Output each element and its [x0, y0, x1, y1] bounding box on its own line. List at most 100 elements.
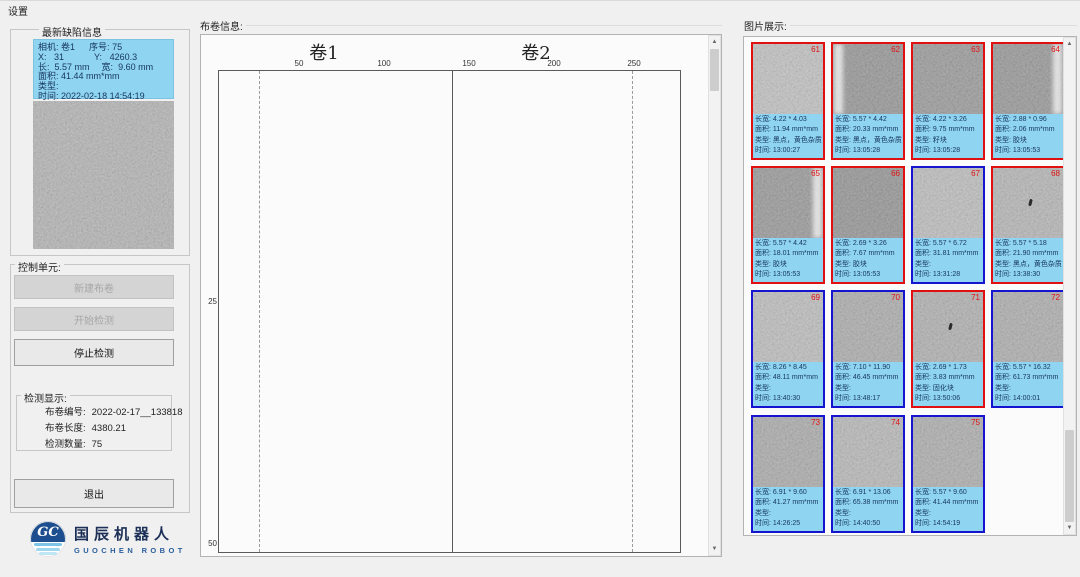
defect-card[interactable]: 64 长宽: 2.88 * 0.96 面积: 2.06 mm*mm 类型: 胶块… [991, 42, 1065, 160]
size-label: 长宽: [995, 116, 1011, 123]
defect-card[interactable]: 74 长宽: 6.91 * 13.06 面积: 65.38 mm*mm 类型: … [831, 415, 905, 533]
roll-map-panel: 卷1 卷2 50 100 150 200 250 25 50 ▲ ▼ [200, 34, 722, 557]
display-title: 检测显示: [21, 390, 70, 405]
time-label: 时间: [995, 271, 1011, 278]
defect-card[interactable]: 71 长宽: 2.69 * 1.73 面积: 3.83 mm*mm 类型: 固化… [911, 290, 985, 408]
size-label: 长宽: [915, 240, 931, 247]
area-label: 面积: [835, 126, 851, 133]
area-value: 61.73 mm*mm [1013, 374, 1059, 381]
scrollbar-thumb[interactable] [710, 49, 719, 91]
defect-thumbnail: 69 [753, 292, 823, 362]
menu-settings[interactable]: 设置 [4, 2, 32, 19]
size-label: 长宽: [755, 240, 771, 247]
area-label: 面积: [915, 374, 931, 381]
y-tick-50: 50 [203, 539, 217, 548]
defect-card[interactable]: 61 长宽: 4.22 * 4.03 面积: 11.94 mm*mm 类型: 黑… [751, 42, 825, 160]
logo-en-text: GUOCHEN ROBOT [74, 546, 186, 555]
type-value: 胶块 [853, 261, 867, 268]
defect-info: 长宽: 5.57 * 4.42 面积: 20.33 mm*mm 类型: 黑点，黄… [833, 114, 903, 158]
size-value: 5.57 * 5.18 [1013, 240, 1047, 247]
defect-info: 长宽: 2.69 * 3.26 面积: 7.67 mm*mm 类型: 胶块 时间… [833, 238, 903, 282]
defect-card[interactable]: 70 长宽: 7.10 * 11.90 面积: 46.45 mm*mm 类型: … [831, 290, 905, 408]
size-label: 长宽: [835, 364, 851, 371]
fabric-edge-streak [813, 168, 822, 238]
defect-info: 长宽: 5.57 * 9.60 面积: 41.44 mm*mm 类型: 时间: … [913, 487, 983, 531]
defect-card[interactable]: 68 长宽: 5.57 * 5.18 面积: 21.90 mm*mm 类型: 黑… [991, 166, 1065, 284]
time-label: 时间: [915, 520, 931, 527]
size-label: 长宽: [915, 364, 931, 371]
scroll-up-icon[interactable]: ▲ [1064, 38, 1075, 50]
scroll-down-icon[interactable]: ▼ [709, 543, 720, 555]
defect-card[interactable]: 73 长宽: 6.91 * 9.60 面积: 41.27 mm*mm 类型: 时… [751, 415, 825, 533]
roll-map-scrollbar[interactable]: ▲ ▼ [708, 35, 721, 556]
size-value: 6.91 * 13.06 [853, 489, 891, 496]
defect-number: 69 [811, 293, 820, 302]
scroll-down-icon[interactable]: ▼ [1064, 522, 1075, 534]
exit-button[interactable]: 退出 [14, 479, 174, 508]
defect-info: 长宽: 2.88 * 0.96 面积: 2.06 mm*mm 类型: 胶块 时间… [993, 114, 1063, 158]
roll-id-value: 2022-02-17__133818 [92, 407, 183, 418]
y-tick-25: 25 [203, 297, 217, 306]
defect-card[interactable]: 72 长宽: 5.57 * 16.32 面积: 61.73 mm*mm 类型: … [991, 290, 1065, 408]
defect-card[interactable]: 62 长宽: 5.57 * 4.42 面积: 20.33 mm*mm 类型: 黑… [831, 42, 905, 160]
area-value: 2.06 mm*mm [1013, 126, 1055, 133]
image-gallery-panel: 61 长宽: 4.22 * 4.03 面积: 11.94 mm*mm 类型: 黑… [743, 36, 1077, 536]
time-value: 13:05:53 [853, 271, 880, 278]
defect-card[interactable]: 65 长宽: 5.57 * 4.42 面积: 18.01 mm*mm 类型: 胶… [751, 166, 825, 284]
time-value: 14:54:19 [933, 520, 960, 527]
size-label: 长宽: [835, 116, 851, 123]
time-label: 时间: [755, 271, 771, 278]
size-value: 7.10 * 11.90 [853, 364, 890, 371]
defect-card[interactable]: 63 长宽: 4.22 * 3.26 面积: 9.75 mm*mm 类型: 籽块… [911, 42, 985, 160]
defect-number: 73 [811, 418, 820, 427]
area-value: 20.33 mm*mm [853, 126, 899, 133]
defect-card[interactable]: 67 长宽: 5.57 * 6.72 面积: 31.81 mm*mm 类型: 时… [911, 166, 985, 284]
scroll-up-icon[interactable]: ▲ [709, 36, 720, 48]
time-label: 时间: [835, 147, 851, 154]
time-value: 13:40:30 [773, 395, 800, 402]
defect-card[interactable]: 69 长宽: 8.26 * 8.45 面积: 48.11 mm*mm 类型: 时… [751, 290, 825, 408]
time-value: 13:05:28 [853, 147, 880, 154]
area-label: 面积: [835, 250, 851, 257]
defect-card[interactable]: 66 长宽: 2.69 * 3.26 面积: 7.67 mm*mm 类型: 胶块… [831, 166, 905, 284]
defect-card[interactable]: 75 长宽: 5.57 * 9.60 面积: 41.44 mm*mm 类型: 时… [911, 415, 985, 533]
defect-number: 66 [891, 169, 900, 178]
roll1-title: 卷1 [309, 39, 338, 65]
type-label: 类型: [915, 261, 931, 268]
area-label: 面积: [835, 499, 851, 506]
type-label: 类型: [995, 137, 1011, 144]
x-value: 31 [54, 52, 64, 62]
new-roll-button[interactable]: 新建布卷 [14, 275, 174, 299]
defect-thumbnail: 72 [993, 292, 1063, 362]
time-value: 13:31:28 [933, 271, 960, 278]
fabric-edge-streak [1053, 44, 1062, 114]
defect-thumbnail: 64 [993, 44, 1063, 114]
stop-detect-button[interactable]: 停止检测 [14, 339, 174, 366]
defect-number: 70 [891, 293, 900, 302]
defect-thumbnail: 73 [753, 417, 823, 487]
y-value: 4260.3 [110, 52, 138, 62]
time-label: 时间: [915, 147, 931, 154]
area-value: 46.45 mm*mm [853, 374, 899, 381]
time-value: 14:26:25 [773, 520, 800, 527]
defect-info: 长宽: 6.91 * 9.60 面积: 41.27 mm*mm 类型: 时间: … [753, 487, 823, 531]
area-value: 48.11 mm*mm [773, 374, 818, 381]
type-label: 类型: [835, 137, 851, 144]
roll2-edge-dashed-line [632, 71, 633, 552]
area-value: 7.67 mm*mm [853, 250, 895, 257]
scrollbar-thumb[interactable] [1065, 430, 1074, 522]
time-label: 时间: [835, 271, 851, 278]
type-label: 类型: [835, 261, 851, 268]
gallery-scrollbar[interactable]: ▲ ▼ [1063, 37, 1076, 535]
defect-number: 67 [971, 169, 980, 178]
size-label: 长宽: [915, 489, 931, 496]
start-detect-button[interactable]: 开始检测 [14, 307, 174, 331]
size-value: 2.69 * 3.26 [853, 240, 887, 247]
roll2-title: 卷2 [521, 39, 550, 65]
roll-id-label: 布卷编号: [45, 404, 86, 418]
roll1-edge-dashed-line [259, 71, 260, 552]
type-value: 黑点，黄色杂质 [1013, 261, 1062, 268]
size-label: 长宽: [755, 364, 771, 371]
control-title: 控制单元: [15, 259, 64, 274]
defect-info: 长宽: 5.57 * 6.72 面积: 31.81 mm*mm 类型: 时间: … [913, 238, 983, 282]
